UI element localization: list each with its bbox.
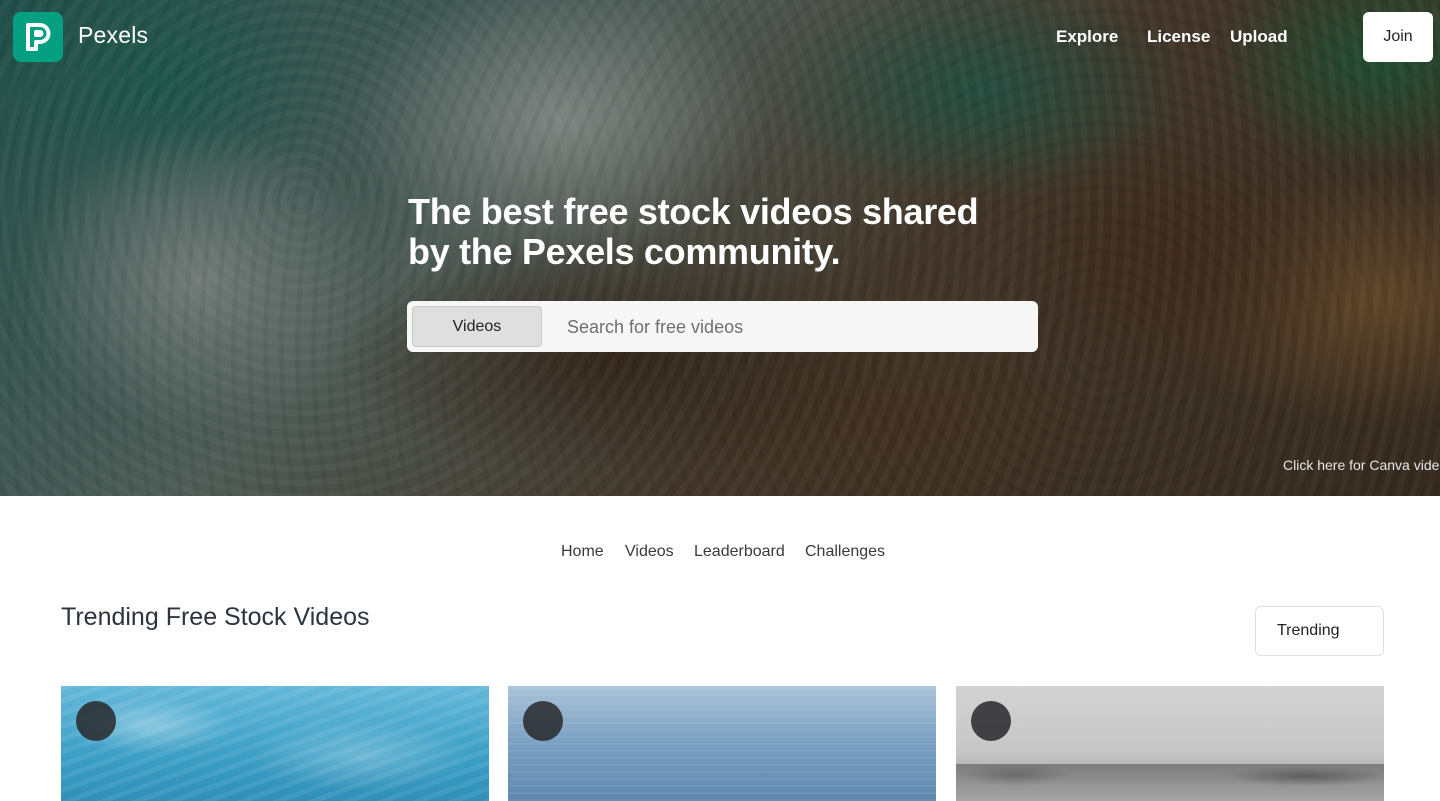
video-card[interactable]	[61, 686, 489, 801]
subnav-home[interactable]: Home	[561, 543, 604, 561]
brand-name[interactable]: Pexels	[78, 22, 148, 49]
video-card[interactable]	[956, 686, 1384, 801]
search-bar: Videos	[407, 301, 1038, 352]
join-button[interactable]: Join	[1363, 12, 1433, 62]
canva-video-link[interactable]: Click here for Canva video	[1283, 457, 1440, 473]
sort-dropdown[interactable]: Trending	[1255, 606, 1384, 656]
pexels-logo-icon[interactable]	[13, 12, 63, 62]
subnav-challenges[interactable]: Challenges	[805, 543, 885, 561]
section-title: Trending Free Stock Videos	[61, 603, 370, 631]
video-thumbnail-scene	[956, 764, 1384, 801]
user-avatar[interactable]	[523, 701, 563, 741]
hero-headline: The best free stock videos shared by the…	[408, 191, 979, 272]
nav-upload[interactable]: Upload	[1230, 27, 1288, 47]
subnav-videos[interactable]: Videos	[625, 543, 674, 561]
nav-license[interactable]: License	[1147, 27, 1210, 47]
pexels-logo-glyph	[26, 23, 51, 51]
search-input[interactable]	[565, 309, 1029, 346]
search-type-dropdown[interactable]: Videos	[412, 306, 542, 347]
user-avatar[interactable]	[76, 701, 116, 741]
user-avatar[interactable]	[971, 701, 1011, 741]
nav-explore[interactable]: Explore	[1056, 27, 1118, 47]
subnav-leaderboard[interactable]: Leaderboard	[694, 543, 785, 561]
video-card[interactable]	[508, 686, 936, 801]
